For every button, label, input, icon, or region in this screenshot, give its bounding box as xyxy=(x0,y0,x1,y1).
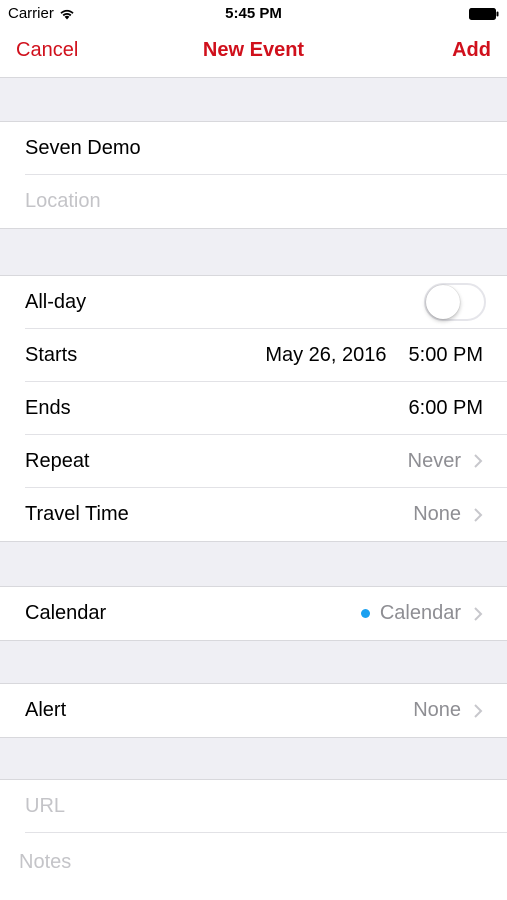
alert-group: Alert None xyxy=(0,683,507,738)
location-row xyxy=(25,175,507,228)
allday-toggle[interactable] xyxy=(424,283,486,321)
url-field[interactable] xyxy=(25,794,483,818)
title-row xyxy=(25,122,507,175)
url-notes-group xyxy=(0,779,507,900)
ends-time: 6:00 PM xyxy=(408,396,483,419)
battery-icon xyxy=(469,8,499,20)
status-bar: Carrier 5:45 PM xyxy=(0,0,507,28)
starts-time: 5:00 PM xyxy=(408,343,483,366)
notes-field[interactable] xyxy=(19,850,483,874)
alert-row[interactable]: Alert None xyxy=(25,684,507,737)
url-row xyxy=(25,780,507,833)
chevron-right-icon xyxy=(474,454,483,468)
location-field[interactable] xyxy=(25,190,483,213)
toggle-knob xyxy=(426,285,460,319)
calendar-row[interactable]: Calendar Calendar xyxy=(25,587,507,640)
starts-date: May 26, 2016 xyxy=(265,343,387,366)
starts-label: Starts xyxy=(25,343,78,366)
calendar-group: Calendar Calendar xyxy=(0,586,507,641)
travel-time-row[interactable]: Travel Time None xyxy=(25,488,507,541)
status-time: 5:45 PM xyxy=(225,5,282,22)
travel-time-value: None xyxy=(413,503,461,525)
chevron-right-icon xyxy=(474,606,483,621)
allday-row: All-day xyxy=(25,276,507,329)
repeat-label: Repeat xyxy=(25,449,90,472)
alert-value: None xyxy=(413,699,461,721)
ends-row[interactable]: Ends 6:00 PM xyxy=(25,382,507,435)
title-field[interactable] xyxy=(25,136,483,160)
ends-label: Ends xyxy=(25,396,71,419)
add-button[interactable]: Add xyxy=(452,39,491,62)
travel-time-label: Travel Time xyxy=(25,503,129,525)
cancel-button[interactable]: Cancel xyxy=(16,39,78,62)
calendar-label: Calendar xyxy=(25,602,107,624)
starts-row[interactable]: Starts May 26, 2016 5:00 PM xyxy=(25,329,507,382)
repeat-row[interactable]: Repeat Never xyxy=(25,435,507,488)
allday-label: All-day xyxy=(25,290,87,313)
calendar-color-dot xyxy=(360,609,370,618)
event-details-group xyxy=(0,121,507,229)
notes-row xyxy=(19,833,507,891)
chevron-right-icon xyxy=(474,703,483,718)
alert-label: Alert xyxy=(25,699,67,721)
repeat-value: Never xyxy=(407,449,461,472)
chevron-right-icon xyxy=(474,507,483,522)
calendar-value: Calendar xyxy=(379,602,461,624)
navigation-bar: Cancel New Event Add xyxy=(0,28,507,78)
schedule-group: All-day Starts May 26, 2016 5:00 PM Ends… xyxy=(0,275,507,542)
